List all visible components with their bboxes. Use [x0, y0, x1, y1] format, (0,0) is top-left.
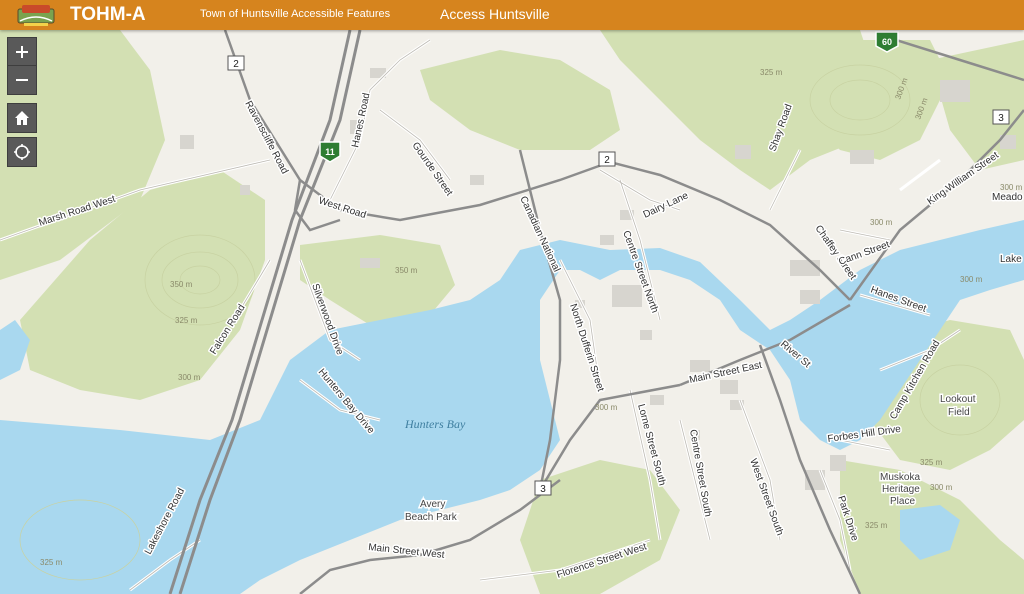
locate-button[interactable]: [7, 137, 37, 167]
svg-text:60: 60: [882, 37, 892, 47]
svg-text:300 m: 300 m: [870, 218, 893, 227]
svg-text:300 m: 300 m: [1000, 183, 1023, 192]
highway-shield-2-west: 2: [227, 55, 245, 71]
svg-text:300 m: 300 m: [930, 483, 953, 492]
svg-text:Lake: Lake: [1000, 254, 1022, 265]
zoom-out-button[interactable]: [7, 65, 37, 95]
svg-text:350 m: 350 m: [395, 266, 418, 275]
town-logo[interactable]: [16, 3, 56, 27]
water-label-hunters-bay: Hunters Bay: [404, 417, 466, 431]
svg-text:3: 3: [998, 113, 1004, 124]
svg-text:Meado: Meado: [992, 192, 1023, 203]
svg-text:300 m: 300 m: [595, 403, 618, 412]
svg-text:3: 3: [540, 484, 546, 495]
svg-text:11: 11: [325, 147, 335, 157]
plus-icon: [16, 46, 28, 58]
nav-link-access-huntsville[interactable]: Access Huntsville: [440, 0, 550, 28]
svg-text:2: 2: [233, 59, 239, 70]
nav-link-accessible-features[interactable]: Town of Huntsville Accessible Features: [200, 0, 390, 28]
locate-icon: [14, 144, 30, 160]
minus-icon: [16, 79, 28, 81]
svg-text:2: 2: [604, 155, 610, 166]
home-icon: [15, 111, 29, 125]
highway-shield-2-east: 2: [598, 151, 616, 167]
app-title: TOHM-A: [70, 4, 146, 25]
zoom-in-button[interactable]: [7, 37, 37, 67]
highway-shield-3-south: 3: [534, 480, 552, 496]
highway-shield-3-north: 3: [992, 109, 1010, 125]
svg-text:300 m: 300 m: [960, 275, 983, 284]
svg-text:325 m: 325 m: [40, 558, 63, 567]
svg-text:325 m: 325 m: [920, 458, 943, 467]
svg-text:325 m: 325 m: [175, 316, 198, 325]
map-canvas[interactable]: 325 m 300 m 350 m 350 m 325 m 300 m 300 …: [0, 30, 1024, 594]
svg-text:350 m: 350 m: [170, 280, 193, 289]
svg-text:325 m: 325 m: [760, 68, 783, 77]
svg-text:325 m: 325 m: [865, 521, 888, 530]
home-button[interactable]: [7, 103, 37, 133]
app-header: TOHM-A Town of Huntsville Accessible Fea…: [0, 0, 1024, 30]
svg-text:300 m: 300 m: [178, 373, 201, 382]
